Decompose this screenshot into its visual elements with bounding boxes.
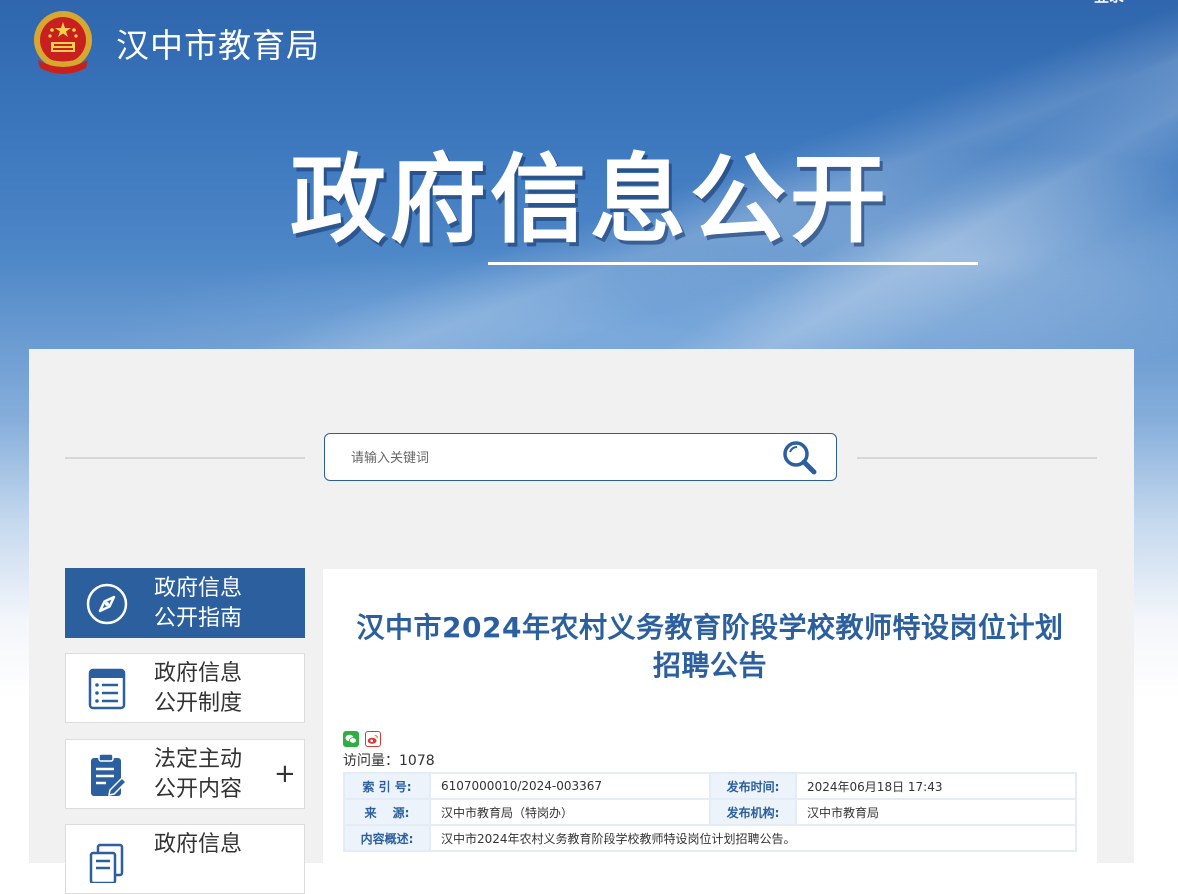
article-title: 汉中市2024年农村义务教育阶段学校教师特设岗位计划招聘公告 (356, 611, 1064, 682)
login-link[interactable]: 登录 (1094, 0, 1124, 6)
table-row: 索 引 号: 6107000010/2024-003367 发布时间: 2024… (343, 772, 1077, 800)
search-divider-right (857, 457, 1097, 459)
source-value: 汉中市教育局（特岗办） (429, 798, 711, 826)
documents-icon (89, 843, 124, 883)
hero-title: 政府信息公开 (290, 144, 890, 256)
visit-count: 访问量：1078 (343, 753, 435, 769)
org-name: 汉中市教育局 (116, 26, 320, 65)
article-card: 汉中市2024年农村义务教育阶段学校教师特设岗位计划招聘公告 访问量：1078 … (323, 569, 1097, 863)
table-row: 来 源: 汉中市教育局（特岗办） 发布机构: 汉中市教育局 (343, 798, 1077, 826)
table-row: 内容概述: 汉中市2024年农村义务教育阶段学校教师特设岗位计划招聘公告。 (343, 824, 1077, 852)
hero-underline (488, 262, 978, 265)
sidebar-item-label: 政府信息 (154, 832, 243, 857)
search-box (324, 433, 837, 481)
compass-icon (86, 583, 128, 625)
sidebar-item-info[interactable]: 政府信息 (65, 824, 305, 894)
sidebar-item-label: 法定主动 公开内容 (154, 747, 243, 802)
search-divider-left (65, 457, 305, 459)
search-icon[interactable] (780, 439, 820, 477)
pubtime-value: 2024年06月18日 17:43 (795, 772, 1077, 800)
pubtime-label: 发布时间: (709, 772, 797, 800)
sidebar-item-system[interactable]: 政府信息 公开制度 (65, 653, 305, 723)
national-emblem-icon (34, 11, 92, 74)
clipboard-edit-icon (91, 753, 128, 796)
sidebar-item-label: 政府信息 公开制度 (154, 661, 243, 716)
index-label: 索 引 号: (343, 772, 431, 800)
publisher-value: 汉中市教育局 (795, 798, 1077, 826)
summary-value: 汉中市2024年农村义务教育阶段学校教师特设岗位计划招聘公告。 (429, 824, 1077, 852)
sidebar-item-label: 政府信息 公开指南 (154, 576, 243, 631)
article-meta-table: 索 引 号: 6107000010/2024-003367 发布时间: 2024… (343, 772, 1077, 852)
document-list-icon (88, 668, 126, 710)
sidebar-item-statutory-content[interactable]: 法定主动 公开内容 + (65, 739, 305, 809)
expand-plus-icon[interactable]: + (274, 760, 296, 788)
source-label: 来 源: (343, 798, 431, 826)
wechat-icon[interactable] (343, 731, 359, 747)
index-value: 6107000010/2024-003367 (429, 772, 711, 800)
weibo-icon[interactable] (365, 731, 381, 747)
search-input[interactable] (349, 444, 773, 472)
sidebar-item-guide[interactable]: 政府信息 公开指南 (65, 568, 305, 638)
publisher-label: 发布机构: (709, 798, 797, 826)
summary-label: 内容概述: (343, 824, 431, 852)
